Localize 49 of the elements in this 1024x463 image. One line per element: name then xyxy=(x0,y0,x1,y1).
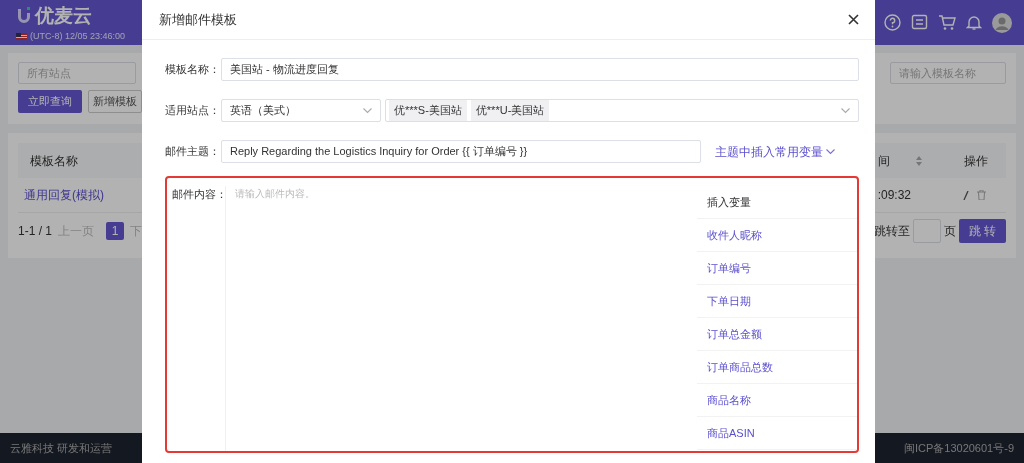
help-icon[interactable] xyxy=(884,14,901,31)
site-tag[interactable]: 优***S-美国站 xyxy=(389,100,467,121)
subject-field[interactable]: Reply Regarding the Logistics Inquiry for Order {{ 订单编号 }} xyxy=(221,140,701,163)
cart-icon[interactable] xyxy=(938,14,956,31)
column-header: 操作 xyxy=(964,152,988,170)
add-template-button[interactable]: 新增模板 xyxy=(88,90,142,113)
clock-text: (UTC-8) 12/05 23:46:00 xyxy=(30,30,126,43)
chevron-icon xyxy=(826,148,835,155)
close-icon[interactable] xyxy=(848,14,859,25)
chevron-icon xyxy=(841,107,850,114)
page-range-text: 1-1 / 1 xyxy=(18,223,53,240)
field-label: 邮件主题： xyxy=(165,144,218,160)
jump-button[interactable]: 跳 转 xyxy=(958,219,1006,243)
edit-icon[interactable] xyxy=(963,190,969,200)
logo-icon xyxy=(16,7,32,25)
panel-title: 插入变量 xyxy=(697,186,857,219)
variable-item[interactable]: 订单总金额 xyxy=(697,318,857,351)
chevron-icon xyxy=(363,107,372,114)
page-button[interactable]: 1 xyxy=(106,222,125,240)
variable-item[interactable]: 下单日期 xyxy=(697,285,857,318)
app-logo: 优麦云 xyxy=(35,3,92,28)
avatar-icon[interactable] xyxy=(992,12,1012,33)
insert-variable-link[interactable]: 主题中插入常用变量 xyxy=(715,142,835,161)
field-label: 邮件内容： xyxy=(172,187,225,202)
query-button[interactable]: 立即查询 xyxy=(18,90,82,113)
field-label: 模板名称： xyxy=(165,62,218,78)
variable-item[interactable]: 订单编号 xyxy=(697,252,857,285)
column-header: 模板名称 xyxy=(30,152,78,170)
variable-item[interactable]: 收件人昵称 xyxy=(697,219,857,252)
field-label: 适用站点： xyxy=(165,103,218,119)
message-icon[interactable] xyxy=(911,14,928,31)
variable-item[interactable]: 商品ASIN xyxy=(697,417,857,450)
flag-icon xyxy=(16,33,27,41)
page-number-field[interactable] xyxy=(912,219,941,243)
footer-text: 闽ICP备13020601号-9 xyxy=(903,440,1014,456)
site-multiselect[interactable]: 优***S-美国站 优***U-美国站 xyxy=(385,99,859,122)
footer-text: 云雅科技 研发和运营 xyxy=(10,440,113,456)
site-tag[interactable]: 优***U-美国站 xyxy=(470,100,550,121)
page-unit-text: 页 xyxy=(943,223,956,240)
bell-icon[interactable] xyxy=(966,14,982,31)
name-field[interactable]: 美国站 - 物流进度回复 xyxy=(221,58,859,81)
variable-item[interactable]: 订单商品总数 xyxy=(697,351,857,384)
variable-item[interactable]: 商品名称 xyxy=(697,384,857,417)
template-name-link[interactable]: 通用回复(模拟) xyxy=(24,186,104,204)
column-header: 间 xyxy=(878,152,890,170)
language-select[interactable]: 英语（美式） xyxy=(221,99,381,122)
jump-label: 跳转至 xyxy=(873,223,910,240)
dialog-title: 新增邮件模板 xyxy=(159,10,237,29)
table-cell-text: :09:32 xyxy=(877,187,911,204)
